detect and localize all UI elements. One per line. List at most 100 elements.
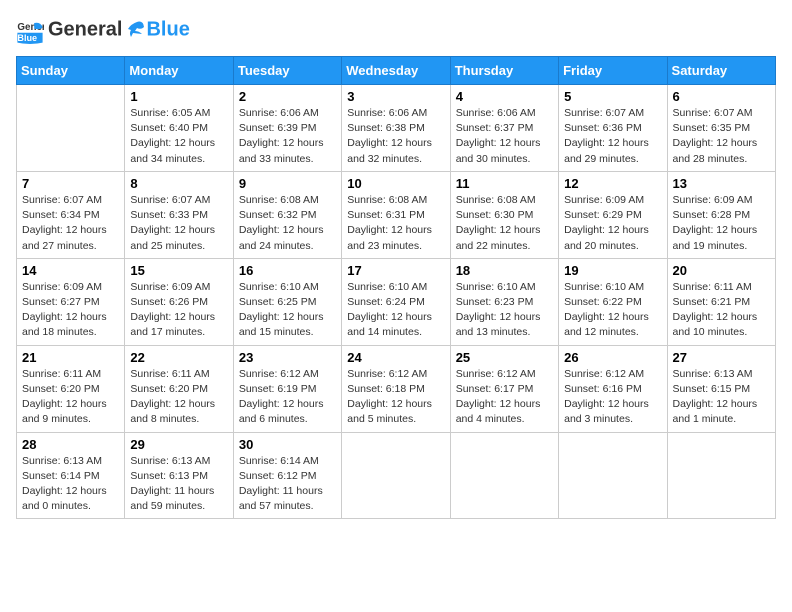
day-info: Sunrise: 6:06 AM Sunset: 6:37 PM Dayligh… xyxy=(456,107,541,165)
day-info: Sunrise: 6:12 AM Sunset: 6:17 PM Dayligh… xyxy=(456,368,541,426)
day-number: 7 xyxy=(22,176,119,191)
day-number: 17 xyxy=(347,263,444,278)
day-number: 22 xyxy=(130,350,227,365)
day-number: 3 xyxy=(347,89,444,104)
calendar-cell: 27 Sunrise: 6:13 AM Sunset: 6:15 PM Dayli… xyxy=(667,345,775,432)
calendar-cell: 1Sunrise: 6:05 AM Sunset: 6:40 PM Daylig… xyxy=(125,85,233,172)
day-number: 8 xyxy=(130,176,227,191)
calendar-cell xyxy=(667,432,775,519)
calendar-cell: 12Sunrise: 6:09 AM Sunset: 6:29 PM Dayli… xyxy=(559,171,667,258)
calendar-cell: 6Sunrise: 6:07 AM Sunset: 6:35 PM Daylig… xyxy=(667,85,775,172)
day-info: Sunrise: 6:10 AM Sunset: 6:24 PM Dayligh… xyxy=(347,281,432,339)
day-info: Sunrise: 6:09 AM Sunset: 6:27 PM Dayligh… xyxy=(22,281,107,339)
day-info: Sunrise: 6:10 AM Sunset: 6:22 PM Dayligh… xyxy=(564,281,649,339)
calendar-cell xyxy=(342,432,450,519)
day-info: Sunrise: 6:06 AM Sunset: 6:38 PM Dayligh… xyxy=(347,107,432,165)
calendar-cell: 23Sunrise: 6:12 AM Sunset: 6:19 PM Dayli… xyxy=(233,345,341,432)
day-number: 2 xyxy=(239,89,336,104)
calendar-cell: 30 Sunrise: 6:14 AM Sunset: 6:12 PM Dayli… xyxy=(233,432,341,519)
day-number: 9 xyxy=(239,176,336,191)
weekday-friday: Friday xyxy=(559,57,667,85)
day-info: Sunrise: 6:11 AM Sunset: 6:20 PM Dayligh… xyxy=(22,368,107,426)
calendar-cell: 16 Sunrise: 6:10 AM Sunset: 6:25 PM Dayli… xyxy=(233,258,341,345)
calendar-cell: 20 Sunrise: 6:11 AM Sunset: 6:21 PM Dayli… xyxy=(667,258,775,345)
day-info: Sunrise: 6:07 AM Sunset: 6:36 PM Dayligh… xyxy=(564,107,649,165)
calendar-body: 1Sunrise: 6:05 AM Sunset: 6:40 PM Daylig… xyxy=(17,85,776,519)
calendar-cell xyxy=(17,85,125,172)
day-info: Sunrise: 6:11 AM Sunset: 6:21 PM Dayligh… xyxy=(673,281,758,339)
calendar-cell: 13 Sunrise: 6:09 AM Sunset: 6:28 PM Dayli… xyxy=(667,171,775,258)
calendar-week-2: 7 Sunrise: 6:07 AM Sunset: 6:34 PM Daylig… xyxy=(17,171,776,258)
day-info: Sunrise: 6:09 AM Sunset: 6:26 PM Dayligh… xyxy=(130,281,215,339)
day-number: 24 xyxy=(347,350,444,365)
day-info: Sunrise: 6:13 AM Sunset: 6:14 PM Dayligh… xyxy=(22,455,107,513)
calendar-cell: 10 Sunrise: 6:08 AM Sunset: 6:31 PM Dayli… xyxy=(342,171,450,258)
calendar: SundayMondayTuesdayWednesdayThursdayFrid… xyxy=(16,56,776,519)
day-number: 15 xyxy=(130,263,227,278)
day-info: Sunrise: 6:13 AM Sunset: 6:13 PM Dayligh… xyxy=(130,455,214,513)
calendar-cell: 24 Sunrise: 6:12 AM Sunset: 6:18 PM Dayli… xyxy=(342,345,450,432)
day-info: Sunrise: 6:08 AM Sunset: 6:32 PM Dayligh… xyxy=(239,194,324,252)
calendar-cell xyxy=(450,432,558,519)
day-number: 18 xyxy=(456,263,553,278)
weekday-tuesday: Tuesday xyxy=(233,57,341,85)
calendar-cell: 18 Sunrise: 6:10 AM Sunset: 6:23 PM Dayli… xyxy=(450,258,558,345)
calendar-week-4: 21 Sunrise: 6:11 AM Sunset: 6:20 PM Dayli… xyxy=(17,345,776,432)
day-number: 16 xyxy=(239,263,336,278)
day-info: Sunrise: 6:13 AM Sunset: 6:15 PM Dayligh… xyxy=(673,368,758,426)
day-info: Sunrise: 6:09 AM Sunset: 6:29 PM Dayligh… xyxy=(564,194,649,252)
day-number: 11 xyxy=(456,176,553,191)
day-number: 29 xyxy=(130,437,227,452)
calendar-week-1: 1Sunrise: 6:05 AM Sunset: 6:40 PM Daylig… xyxy=(17,85,776,172)
calendar-cell: 29 Sunrise: 6:13 AM Sunset: 6:13 PM Dayli… xyxy=(125,432,233,519)
weekday-wednesday: Wednesday xyxy=(342,57,450,85)
day-info: Sunrise: 6:12 AM Sunset: 6:19 PM Dayligh… xyxy=(239,368,324,426)
calendar-cell: 17 Sunrise: 6:10 AM Sunset: 6:24 PM Dayli… xyxy=(342,258,450,345)
calendar-cell: 2Sunrise: 6:06 AM Sunset: 6:39 PM Daylig… xyxy=(233,85,341,172)
day-info: Sunrise: 6:10 AM Sunset: 6:25 PM Dayligh… xyxy=(239,281,324,339)
day-number: 27 xyxy=(673,350,770,365)
logo-blue: Blue xyxy=(146,18,189,40)
day-number: 5 xyxy=(564,89,661,104)
day-number: 20 xyxy=(673,263,770,278)
day-number: 6 xyxy=(673,89,770,104)
calendar-cell: 7 Sunrise: 6:07 AM Sunset: 6:34 PM Daylig… xyxy=(17,171,125,258)
day-number: 4 xyxy=(456,89,553,104)
day-number: 14 xyxy=(22,263,119,278)
day-number: 30 xyxy=(239,437,336,452)
calendar-cell: 26 Sunrise: 6:12 AM Sunset: 6:16 PM Dayli… xyxy=(559,345,667,432)
day-number: 10 xyxy=(347,176,444,191)
calendar-cell: 11Sunrise: 6:08 AM Sunset: 6:30 PM Dayli… xyxy=(450,171,558,258)
calendar-cell: 15 Sunrise: 6:09 AM Sunset: 6:26 PM Dayli… xyxy=(125,258,233,345)
day-info: Sunrise: 6:07 AM Sunset: 6:33 PM Dayligh… xyxy=(130,194,215,252)
day-info: Sunrise: 6:10 AM Sunset: 6:23 PM Dayligh… xyxy=(456,281,541,339)
day-info: Sunrise: 6:14 AM Sunset: 6:12 PM Dayligh… xyxy=(239,455,323,513)
calendar-week-3: 14 Sunrise: 6:09 AM Sunset: 6:27 PM Dayli… xyxy=(17,258,776,345)
logo-bird-icon xyxy=(123,19,145,41)
day-info: Sunrise: 6:08 AM Sunset: 6:31 PM Dayligh… xyxy=(347,194,432,252)
day-info: Sunrise: 6:11 AM Sunset: 6:20 PM Dayligh… xyxy=(130,368,215,426)
calendar-cell: 8 Sunrise: 6:07 AM Sunset: 6:33 PM Daylig… xyxy=(125,171,233,258)
svg-text:Blue: Blue xyxy=(17,33,37,43)
day-number: 26 xyxy=(564,350,661,365)
day-info: Sunrise: 6:12 AM Sunset: 6:18 PM Dayligh… xyxy=(347,368,432,426)
day-number: 21 xyxy=(22,350,119,365)
logo-icon: General Blue xyxy=(16,16,44,44)
day-info: Sunrise: 6:07 AM Sunset: 6:34 PM Dayligh… xyxy=(22,194,107,252)
day-info: Sunrise: 6:09 AM Sunset: 6:28 PM Dayligh… xyxy=(673,194,758,252)
day-info: Sunrise: 6:12 AM Sunset: 6:16 PM Dayligh… xyxy=(564,368,649,426)
calendar-cell: 14 Sunrise: 6:09 AM Sunset: 6:27 PM Dayli… xyxy=(17,258,125,345)
weekday-header: SundayMondayTuesdayWednesdayThursdayFrid… xyxy=(17,57,776,85)
calendar-cell xyxy=(559,432,667,519)
calendar-cell: 28Sunrise: 6:13 AM Sunset: 6:14 PM Dayli… xyxy=(17,432,125,519)
weekday-thursday: Thursday xyxy=(450,57,558,85)
day-number: 1 xyxy=(130,89,227,104)
logo-general: General xyxy=(48,18,122,40)
calendar-cell: 25 Sunrise: 6:12 AM Sunset: 6:17 PM Dayli… xyxy=(450,345,558,432)
calendar-cell: 5 Sunrise: 6:07 AM Sunset: 6:36 PM Daylig… xyxy=(559,85,667,172)
calendar-cell: 21 Sunrise: 6:11 AM Sunset: 6:20 PM Dayli… xyxy=(17,345,125,432)
day-number: 13 xyxy=(673,176,770,191)
day-number: 25 xyxy=(456,350,553,365)
header: General Blue General Blue xyxy=(16,16,776,44)
calendar-cell: 19Sunrise: 6:10 AM Sunset: 6:22 PM Dayli… xyxy=(559,258,667,345)
